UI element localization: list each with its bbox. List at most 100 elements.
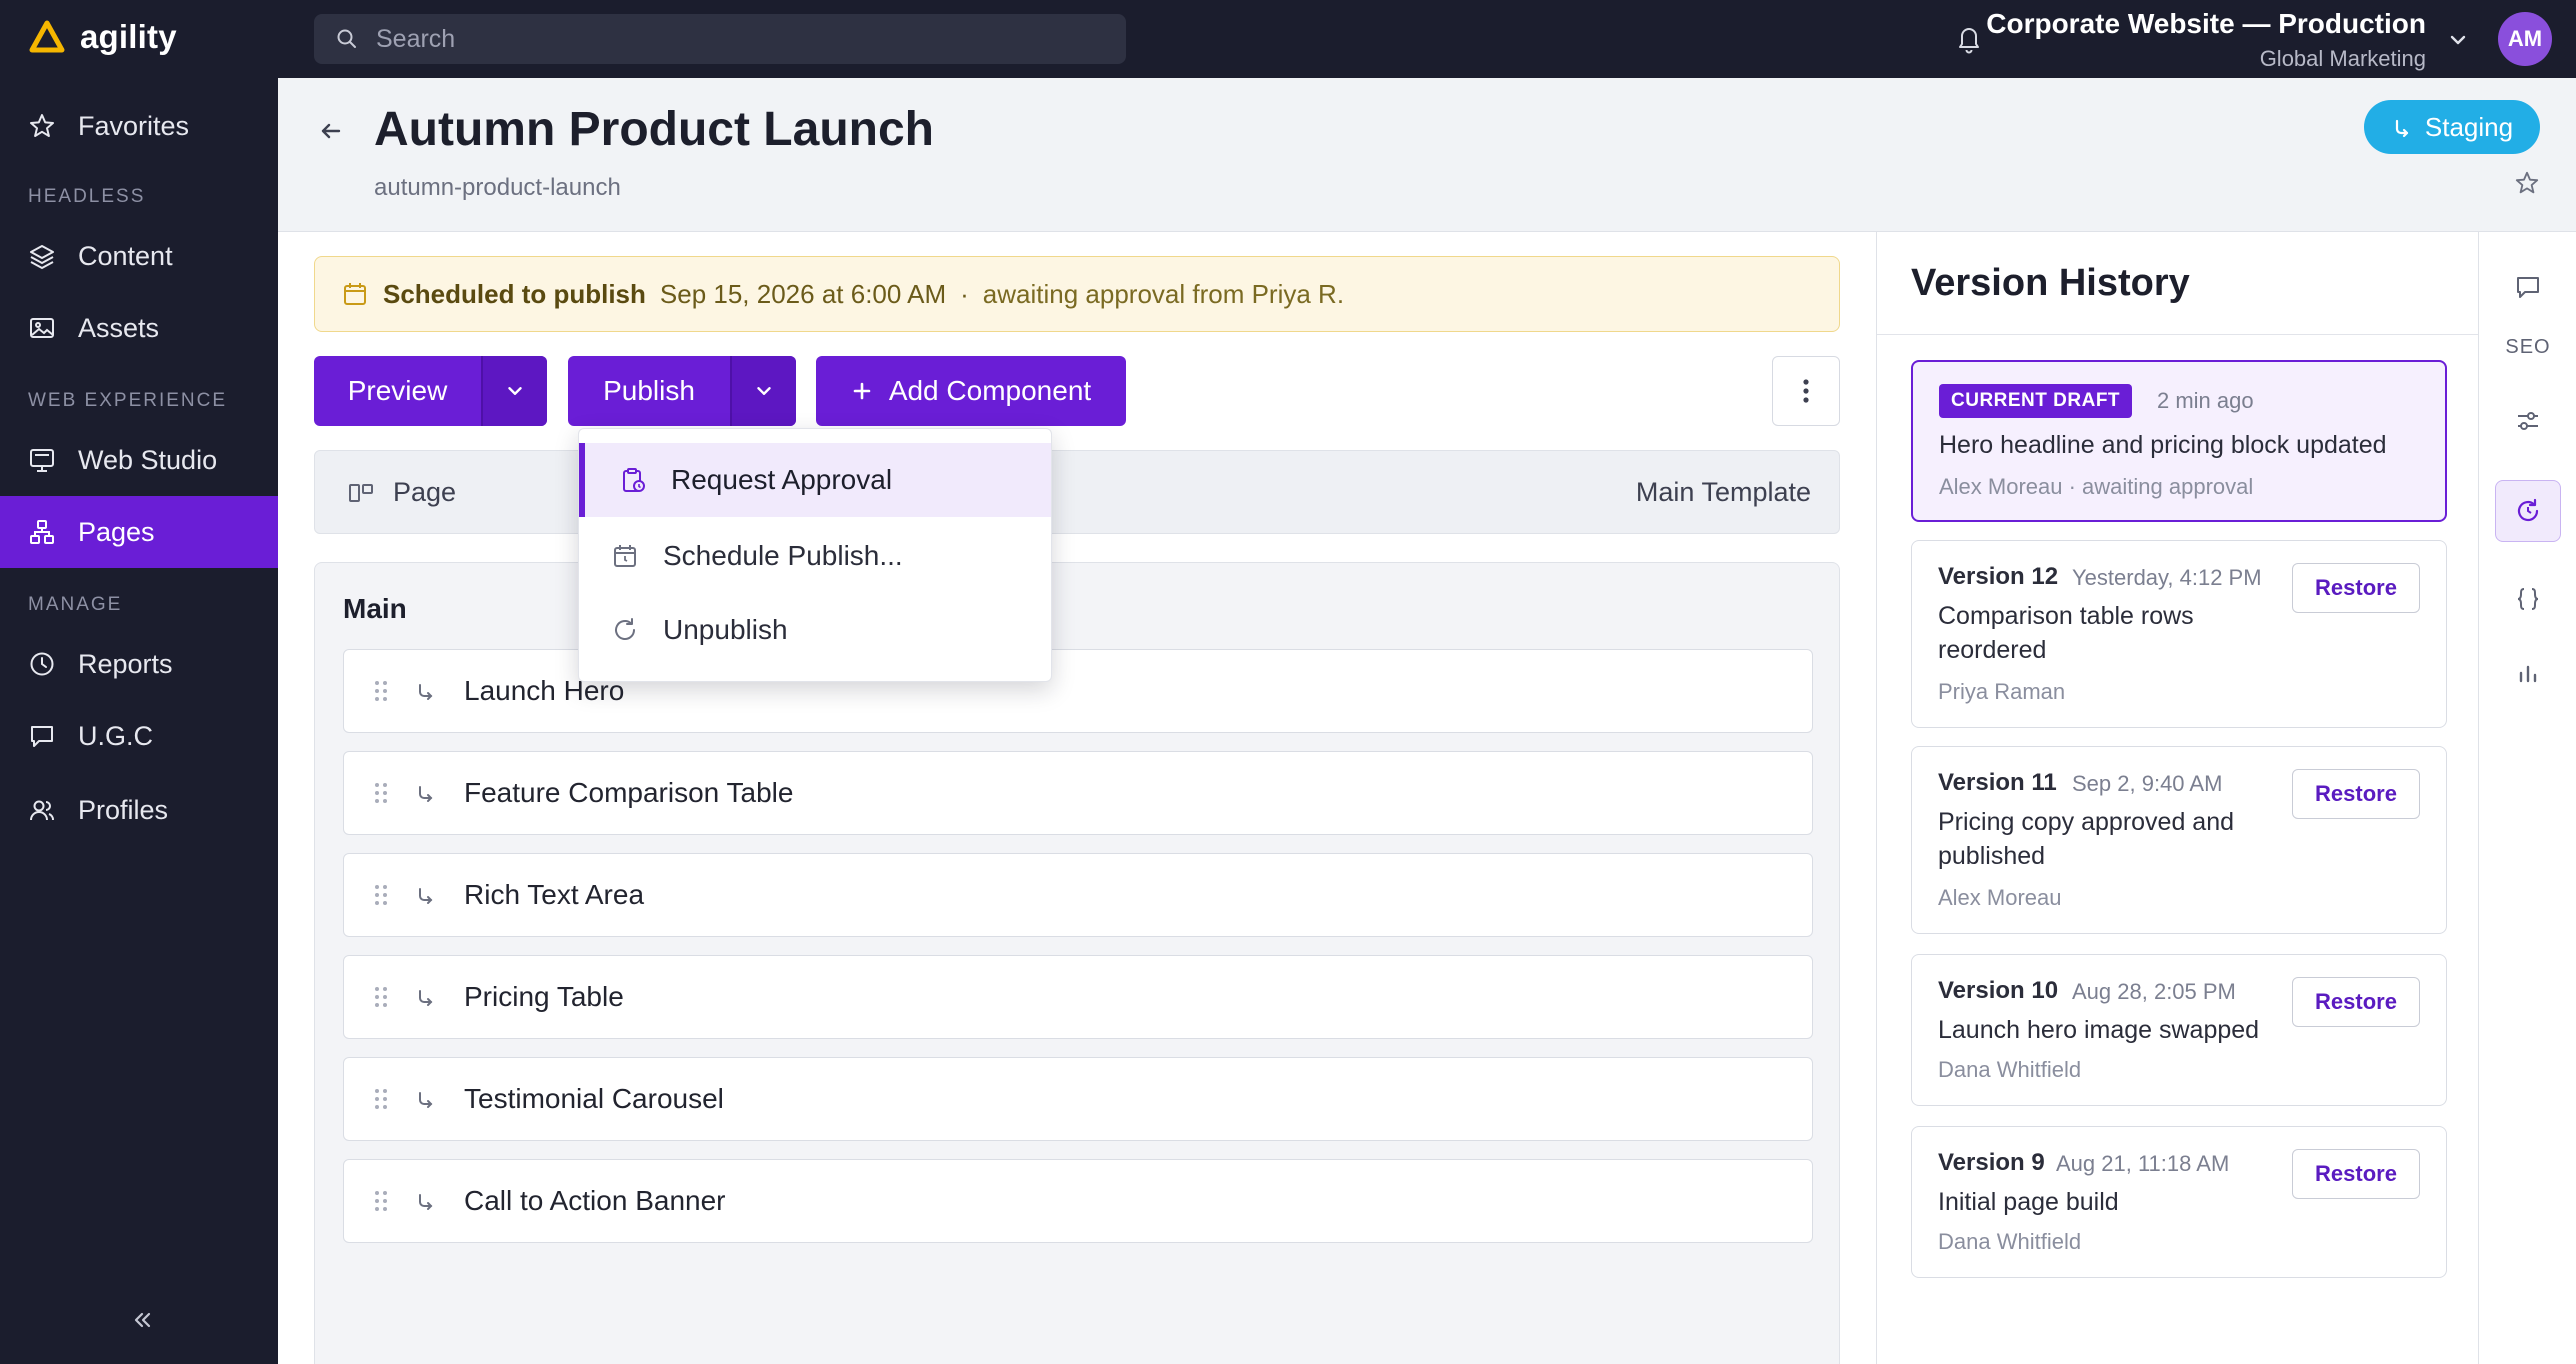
chevrons-left-icon — [134, 1312, 151, 1328]
plus-icon — [853, 382, 871, 400]
agility-logo[interactable]: agility — [28, 18, 177, 56]
restore-button[interactable]: Restore — [2292, 1149, 2420, 1199]
component-row[interactable]: Pricing Table — [343, 955, 1813, 1039]
drag-handle-icon[interactable] — [374, 1189, 388, 1213]
analytics-button[interactable] — [2495, 642, 2561, 704]
rotate-icon — [615, 618, 635, 640]
component-module-icon — [419, 1194, 433, 1210]
menu-item-request-approval[interactable]: Request Approval — [579, 443, 1051, 517]
schedule-banner: Scheduled to publish Sep 15, 2026 at 6:0… — [314, 256, 1840, 332]
sidebar: Favorites HEADLESS Content Assets WEB EX… — [0, 78, 278, 1364]
settings-button[interactable] — [2495, 390, 2561, 452]
drag-handle-icon[interactable] — [374, 679, 388, 703]
add-component-button[interactable]: Add Component — [816, 356, 1126, 426]
version-history-panel: Version History CURRENT DRAFT 2 min ago … — [1876, 232, 2479, 1364]
version-author: Alex Moreau — [1938, 885, 2062, 910]
component-module-icon — [419, 786, 433, 802]
layers-icon — [30, 245, 54, 270]
version-card[interactable]: Version 11 Sep 2, 9:40 AM Pricing copy a… — [1911, 746, 2447, 934]
version-description: Initial page build — [1938, 1188, 2119, 1216]
version-card[interactable]: Version 10 Aug 28, 2:05 PM Launch hero i… — [1911, 954, 2447, 1106]
bell-icon — [1959, 28, 1979, 54]
drag-handle-icon[interactable] — [374, 781, 388, 805]
section-heading-web-experience: WEB EXPERIENCE — [28, 390, 228, 411]
component-row[interactable]: Launch Hero — [343, 649, 1813, 733]
message-icon — [31, 726, 53, 747]
star-icon — [30, 114, 54, 137]
version-author: Dana Whitfield — [1938, 1229, 2082, 1254]
publish-button-group: Publish — [568, 356, 796, 426]
comments-button[interactable] — [2495, 256, 2561, 318]
restore-button[interactable]: Restore — [2292, 977, 2420, 1027]
sidebar-item-profiles[interactable]: Profiles — [0, 774, 278, 846]
site-switcher[interactable]: Corporate Website — Production Global Ma… — [1986, 8, 2426, 72]
preview-options-button[interactable] — [481, 356, 547, 426]
search-box[interactable] — [314, 14, 1126, 64]
banner-separator: · — [960, 278, 969, 309]
sidebar-item-pages[interactable]: Pages — [0, 496, 278, 568]
menu-item-unpublish[interactable]: Unpublish — [579, 593, 1051, 667]
version-time: Aug 28, 2:05 PM — [2072, 979, 2236, 1004]
component-row[interactable]: Testimonial Carousel — [343, 1057, 1813, 1141]
search-input[interactable] — [376, 24, 1076, 54]
version-card-current[interactable]: CURRENT DRAFT 2 min ago Hero headline an… — [1911, 360, 2447, 522]
version-description: Comparison table rows reordered — [1938, 602, 2194, 664]
environment-badge[interactable]: Staging — [2364, 100, 2540, 154]
component-name: Feature Comparison Table — [464, 777, 794, 808]
section-heading-headless: HEADLESS — [28, 186, 146, 207]
version-name: Version 11 — [1938, 769, 2057, 796]
preview-button[interactable]: Preview — [314, 356, 481, 426]
restore-button[interactable]: Restore — [2292, 769, 2420, 819]
back-button[interactable] — [318, 118, 344, 144]
chevron-down-icon — [508, 387, 522, 395]
drag-handle-icon[interactable] — [374, 883, 388, 907]
sitemap-icon — [30, 520, 54, 544]
version-time: 2 min ago — [2157, 388, 2254, 413]
collapse-sidebar-button[interactable] — [130, 1308, 154, 1332]
publish-options-button[interactable] — [730, 356, 796, 426]
site-switcher-chevron[interactable] — [2446, 28, 2470, 52]
publish-menu: Request Approval Schedule Publish... Unp… — [578, 428, 1052, 682]
component-name: Call to Action Banner — [464, 1185, 726, 1216]
version-card[interactable]: Version 9 Aug 21, 11:18 AM Initial page … — [1911, 1126, 2447, 1278]
sidebar-item-web-studio[interactable]: Web Studio — [0, 424, 278, 496]
sidebar-item-ugc[interactable]: U.G.C — [0, 700, 278, 772]
drag-handle-icon[interactable] — [374, 985, 388, 1009]
component-row[interactable]: Call to Action Banner — [343, 1159, 1813, 1243]
sidebar-item-label: Favorites — [78, 110, 190, 141]
sidebar-item-label: Pages — [78, 516, 155, 547]
menu-item-schedule-publish[interactable]: Schedule Publish... — [579, 519, 1051, 593]
sidebar-item-content[interactable]: Content — [0, 220, 278, 292]
search-icon — [337, 29, 356, 48]
version-author: Priya Raman — [1938, 679, 2066, 704]
sidebar-item-favorites[interactable]: Favorites — [0, 90, 278, 162]
sidebar-item-label: U.G.C — [78, 720, 154, 751]
version-meta: Alex Moreau · awaiting approval — [1939, 474, 2254, 499]
version-description: Pricing copy approved and published — [1938, 808, 2235, 870]
more-options-button[interactable] — [1772, 356, 1840, 426]
layout-icon — [349, 483, 373, 502]
menu-item-label: Unpublish — [663, 614, 788, 645]
version-name: Version 10 — [1938, 977, 2059, 1004]
comment-icon — [2517, 277, 2539, 298]
panel-divider — [1877, 334, 2479, 335]
page-template-row[interactable]: Page Main Template — [314, 450, 1840, 534]
component-name: Rich Text Area — [464, 879, 645, 910]
notifications-button[interactable] — [1954, 22, 1984, 54]
restore-button[interactable]: Restore — [2292, 563, 2420, 613]
component-row[interactable]: Rich Text Area — [343, 853, 1813, 937]
add-component-label: Add Component — [888, 375, 1092, 406]
seo-button[interactable]: SEO — [2495, 316, 2561, 378]
section-heading-manage: MANAGE — [28, 594, 123, 615]
avatar[interactable]: AM — [2498, 12, 2552, 66]
brand-name: agility — [80, 18, 177, 55]
sidebar-item-reports[interactable]: Reports — [0, 628, 278, 700]
sidebar-item-assets[interactable]: Assets — [0, 292, 278, 364]
publish-button[interactable]: Publish — [568, 356, 730, 426]
version-history-button[interactable] — [2495, 480, 2561, 542]
json-button[interactable] — [2495, 568, 2561, 630]
component-row[interactable]: Feature Comparison Table — [343, 751, 1813, 835]
favorite-page-button[interactable] — [2514, 170, 2540, 196]
drag-handle-icon[interactable] — [374, 1087, 388, 1111]
version-card[interactable]: Version 12 Yesterday, 4:12 PM Comparison… — [1911, 540, 2447, 728]
